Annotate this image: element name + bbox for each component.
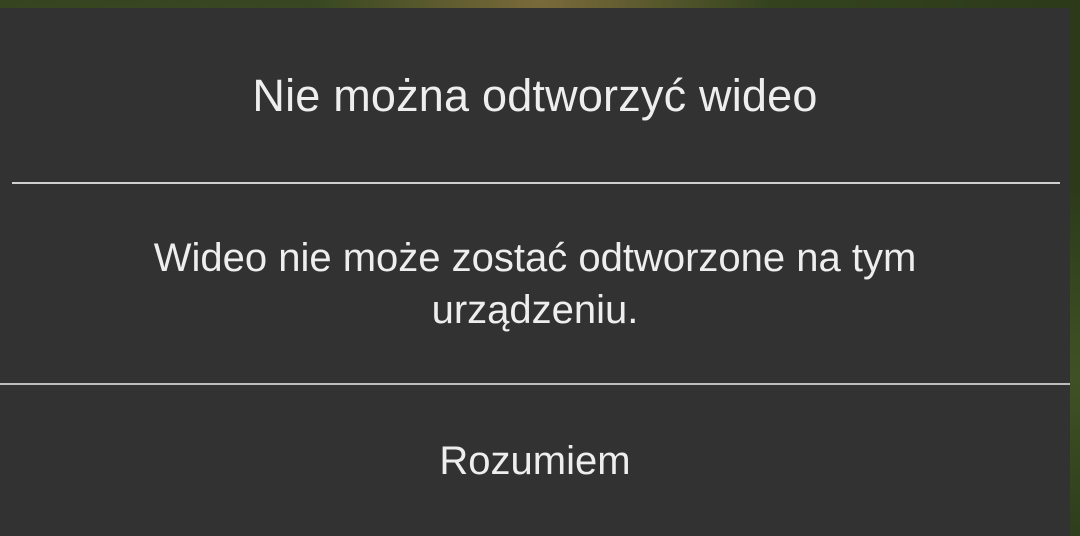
dialog-title: Nie można odtworzyć wideo [252,70,818,121]
ok-button[interactable]: Rozumiem [0,386,1070,536]
dialog-message: Wideo nie może zostać odtworzone na tym … [153,235,917,332]
button-divider [0,383,1070,385]
error-dialog: Nie można odtworzyć wideo Wideo nie może… [0,8,1070,536]
title-divider [12,182,1060,184]
